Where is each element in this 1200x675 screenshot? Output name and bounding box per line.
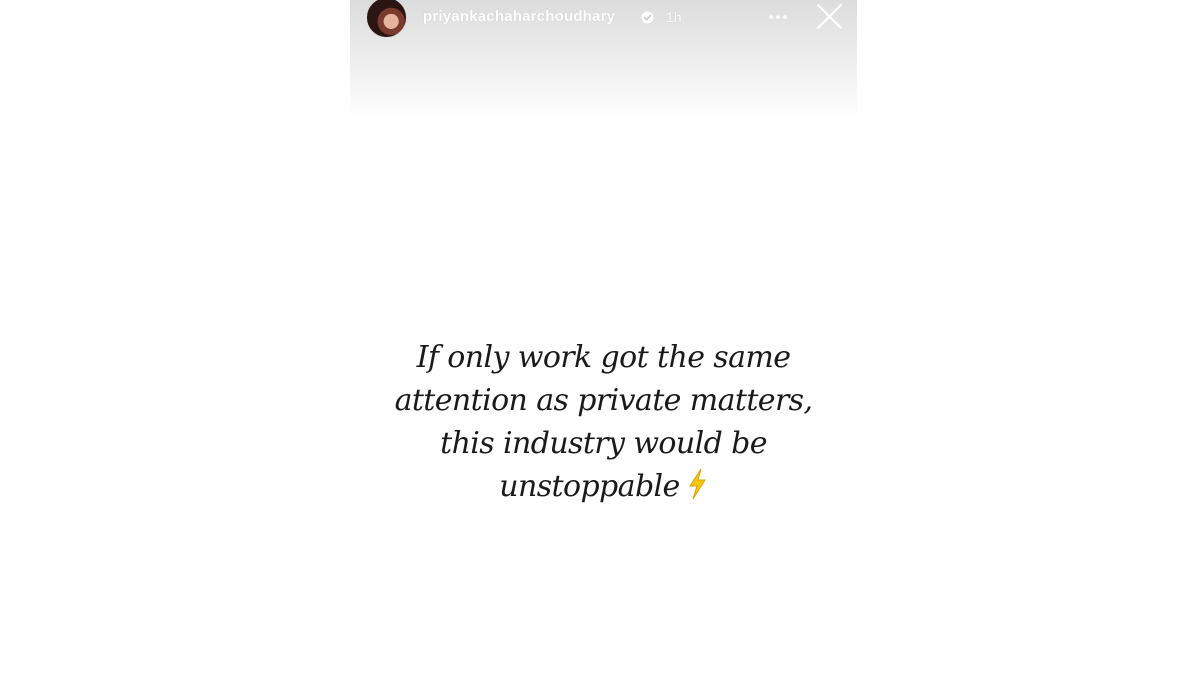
page: priyankachaharchoudhary 1h If only work … bbox=[0, 0, 1200, 675]
more-options-button[interactable] bbox=[764, 7, 794, 27]
story-text-line: this industry would be bbox=[440, 426, 767, 461]
avatar[interactable] bbox=[366, 0, 407, 38]
story-header: priyankachaharchoudhary 1h bbox=[350, 0, 857, 120]
story-viewer[interactable]: priyankachaharchoudhary 1h If only work … bbox=[350, 0, 857, 675]
username[interactable]: priyankachaharchoudhary bbox=[423, 8, 615, 25]
verified-badge-icon bbox=[641, 11, 654, 24]
story-timestamp: 1h bbox=[666, 9, 682, 25]
close-icon bbox=[816, 3, 843, 30]
lightning-bolt-icon bbox=[688, 468, 706, 500]
close-button[interactable] bbox=[814, 2, 844, 32]
story-text-word: unstoppable bbox=[499, 469, 680, 504]
more-horizontal-icon bbox=[769, 15, 787, 19]
story-text-line-last: unstoppable bbox=[380, 465, 827, 508]
story-text-line: If only work got the same bbox=[416, 340, 791, 375]
story-text: If only work got the same attention as p… bbox=[380, 336, 827, 508]
story-text-line: attention as private matters, bbox=[394, 383, 813, 418]
